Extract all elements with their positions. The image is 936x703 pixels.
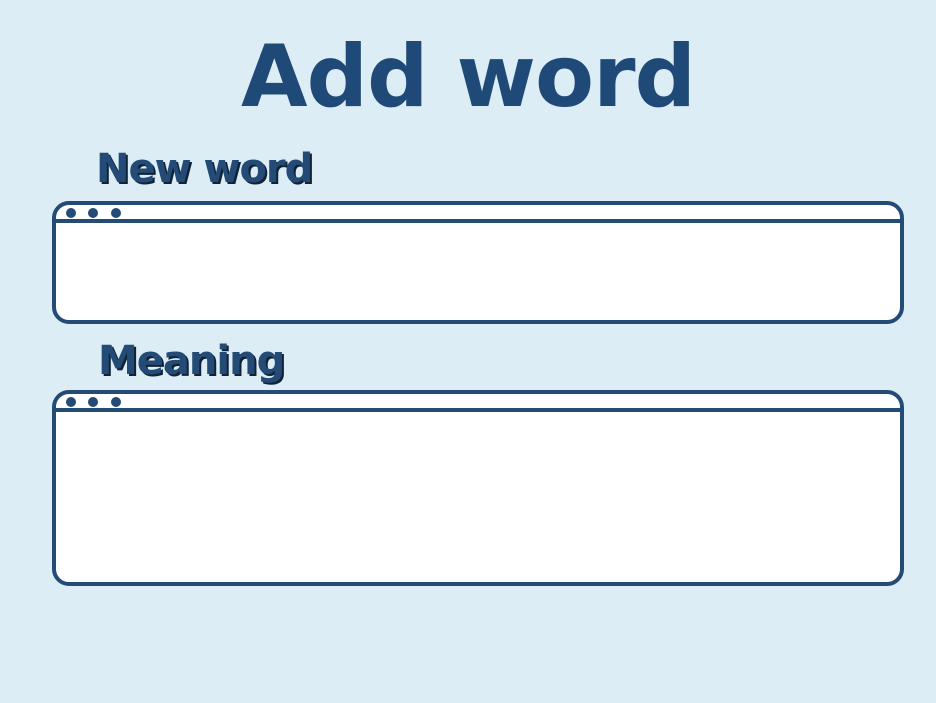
new-word-field-window — [52, 201, 904, 324]
new-word-label: New word — [96, 146, 313, 192]
new-word-field-titlebar — [56, 205, 900, 223]
window-dot-icon — [66, 208, 76, 218]
meaning-field-window — [52, 390, 904, 586]
meaning-input[interactable] — [56, 412, 900, 582]
window-dot-icon — [88, 397, 98, 407]
new-word-input[interactable] — [56, 223, 900, 320]
window-dot-icon — [111, 208, 121, 218]
meaning-field-titlebar — [56, 394, 900, 412]
window-dot-icon — [111, 397, 121, 407]
window-dot-icon — [88, 208, 98, 218]
meaning-label: Meaning — [98, 338, 285, 384]
page-title: Add word — [240, 27, 696, 127]
window-dot-icon — [66, 397, 76, 407]
